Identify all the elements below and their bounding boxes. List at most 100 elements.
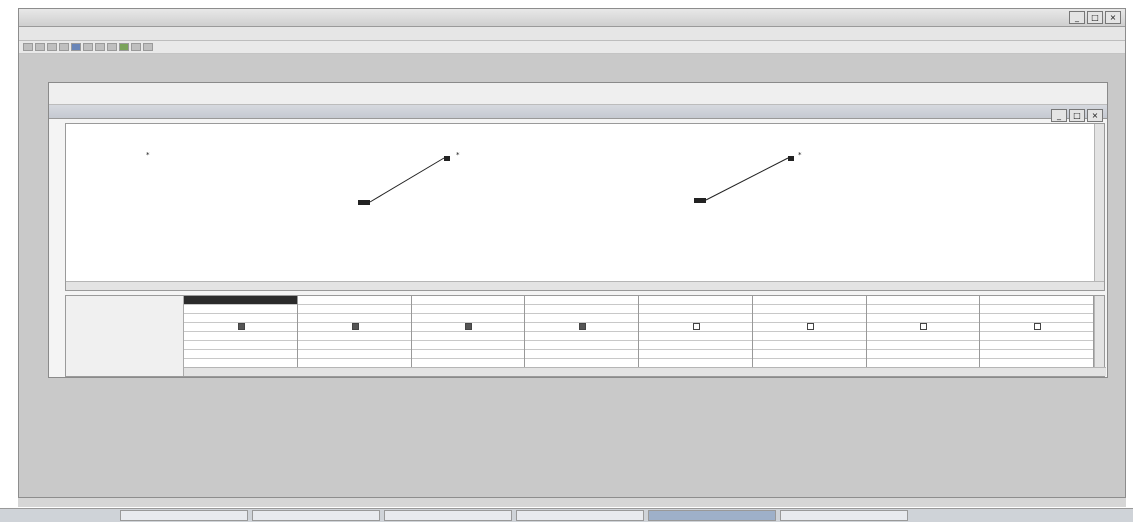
maximize-button[interactable]: □ [1087,11,1103,24]
grid-table-cell[interactable] [980,305,1093,314]
table-field[interactable] [146,167,264,175]
grid-criteria-cell[interactable] [184,350,297,359]
grid-column[interactable] [525,296,639,368]
all-fields-item[interactable]: * [798,151,908,159]
grid-table-cell[interactable] [297,305,411,314]
grid-criteria-cell[interactable] [866,332,980,341]
paste-icon[interactable] [107,43,117,51]
grid-sort-cell[interactable] [752,314,866,323]
run-icon[interactable] [119,43,129,51]
show-checkbox[interactable] [806,323,814,330]
table-field[interactable] [456,167,591,175]
grid-table-cell[interactable] [866,305,980,314]
redo-icon[interactable] [143,43,153,51]
grid-horizontal-scrollbar[interactable] [184,367,1106,376]
save-icon[interactable] [47,43,57,51]
grid-table-cell[interactable] [752,305,866,314]
grid-criteria-cell[interactable] [639,341,752,350]
grid-sort-cell[interactable] [525,314,638,323]
grid-column[interactable] [980,296,1094,368]
grid-column[interactable] [752,296,867,368]
table-field[interactable] [456,159,591,167]
grid-sort-cell[interactable] [980,314,1093,323]
grid-criteria-cell[interactable] [297,332,411,341]
grid-field-cell[interactable] [411,296,525,305]
grid-sort-cell[interactable] [184,314,297,323]
show-checkbox[interactable] [237,323,245,330]
table-field[interactable] [456,191,591,199]
grid-sort-cell[interactable] [297,314,411,323]
table-field[interactable] [798,175,908,183]
minimize-button[interactable]: _ [1051,109,1067,122]
grid-table-cell[interactable] [184,305,297,314]
grid-criteria-cell[interactable] [980,341,1093,350]
restore-button[interactable]: □ [1069,109,1085,122]
grid-criteria-cell[interactable] [525,341,638,350]
grid-column[interactable] [639,296,753,368]
source-table-3[interactable]: * [798,142,908,223]
grid-field-cell[interactable] [752,296,866,305]
table-field[interactable] [456,175,591,183]
relationship-line[interactable] [369,157,445,203]
taskbar-item[interactable] [120,510,248,521]
grid-sort-cell[interactable] [411,314,525,323]
table-field[interactable] [798,199,908,207]
grid-criteria-cell[interactable] [866,341,980,350]
grid-criteria-cell[interactable] [639,332,752,341]
grid-criteria-cell[interactable] [752,350,866,359]
minimize-button[interactable]: _ [1069,11,1085,24]
copy-icon[interactable] [95,43,105,51]
show-checkbox[interactable] [1034,323,1042,330]
grid-criteria-cell[interactable] [184,341,297,350]
table-field[interactable] [146,159,264,167]
grid-criteria-cell[interactable] [411,341,525,350]
grid-table-cell[interactable] [525,305,638,314]
grid-table-cell[interactable] [639,305,752,314]
taskbar-item[interactable] [252,510,380,521]
close-button[interactable]: × [1105,11,1121,24]
grid-column[interactable] [411,296,526,368]
taskbar-item[interactable] [384,510,512,521]
open-icon[interactable] [35,43,45,51]
taskbar-item-active[interactable] [648,510,776,521]
grid-vertical-scrollbar[interactable] [1094,296,1104,376]
grid-criteria-cell[interactable] [639,350,752,359]
taskbar-item[interactable] [516,510,644,521]
grid-criteria-cell[interactable] [297,350,411,359]
table-field[interactable] [798,167,908,175]
table-field[interactable] [146,199,264,207]
table-field[interactable] [798,215,908,223]
table-field[interactable] [798,207,908,215]
grid-criteria-cell[interactable] [980,350,1093,359]
undo-icon[interactable] [131,43,141,51]
show-checkbox[interactable] [579,323,587,330]
grid-field-cell[interactable] [866,296,980,305]
grid-criteria-cell[interactable] [866,350,980,359]
grid-field-cell[interactable] [525,296,638,305]
show-checkbox[interactable] [692,323,700,330]
table-field[interactable] [146,183,264,191]
table-field[interactable] [146,191,264,199]
grid-criteria-cell[interactable] [411,332,525,341]
grid-criteria-cell[interactable] [525,350,638,359]
grid-column[interactable] [184,296,298,368]
table-field[interactable] [798,191,908,199]
grid-table-cell[interactable] [411,305,525,314]
grid-sort-cell[interactable] [639,314,752,323]
grid-sort-cell[interactable] [866,314,980,323]
grid-field-cell[interactable] [639,296,752,305]
new-icon[interactable] [23,43,33,51]
show-checkbox[interactable] [351,323,359,330]
cut-icon[interactable] [83,43,93,51]
grid-column[interactable] [866,296,981,368]
grid-criteria-cell[interactable] [752,332,866,341]
grid-criteria-cell[interactable] [525,332,638,341]
table-field[interactable] [798,183,908,191]
grid-field-cell[interactable] [297,296,411,305]
all-fields-item[interactable]: * [146,151,264,159]
view-icon[interactable] [71,43,81,51]
grid-criteria-cell[interactable] [184,332,297,341]
table-field[interactable] [456,183,591,191]
taskbar-item[interactable] [780,510,908,521]
table-field[interactable] [798,159,908,167]
